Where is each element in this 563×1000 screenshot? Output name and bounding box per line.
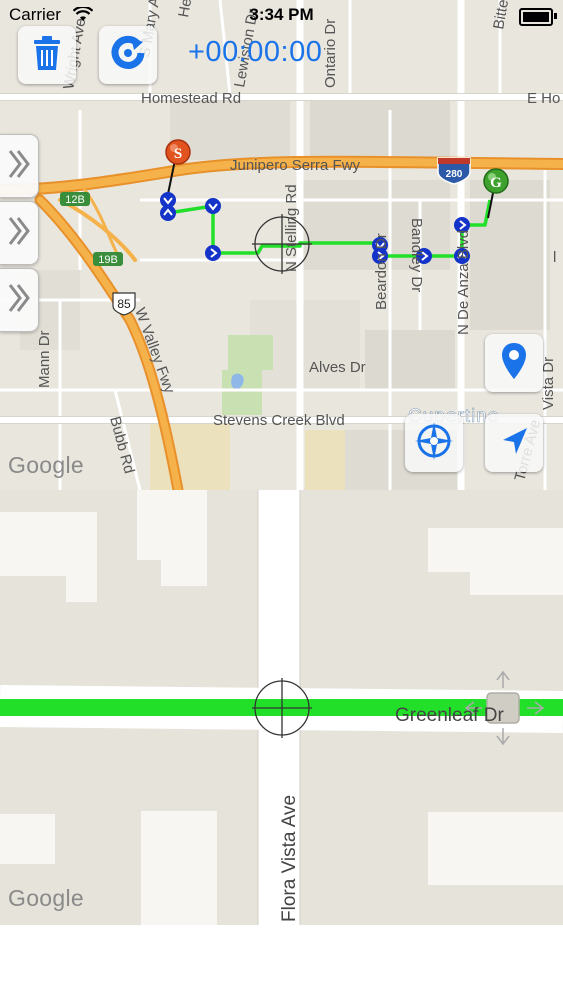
battery-nub (554, 13, 557, 19)
label-e-ho: E Ho (527, 90, 560, 107)
label-homestead: Homestead Rd (141, 90, 241, 107)
side-panel-tab-2[interactable] (0, 201, 39, 265)
start-marker[interactable]: S (165, 139, 191, 165)
label-cut: l (553, 249, 556, 266)
label-greenleaf: Greenleaf Dr (395, 705, 504, 726)
overview-map[interactable]: 280 85 12B 19B S G Homestead Rd E Ho Jun… (0, 0, 563, 490)
svg-text:85: 85 (117, 297, 131, 311)
goal-marker[interactable]: G (483, 168, 509, 194)
label-alves: Alves Dr (309, 359, 366, 376)
reset-button[interactable] (99, 26, 157, 84)
bottom-blank-area (0, 925, 563, 1000)
exit-12b-shield: 12B (60, 192, 90, 206)
label-flora: Flora Vista Ave (279, 795, 300, 922)
my-location-button[interactable] (485, 414, 543, 472)
google-attribution: Google (8, 452, 84, 478)
waypoint-marker (205, 198, 221, 214)
exit-19b-shield: 19B (93, 252, 123, 266)
side-panel-tab-1[interactable] (0, 134, 39, 198)
refresh-icon (109, 34, 147, 77)
double-chevron-right-icon (7, 214, 31, 253)
location-arrow-icon (497, 424, 531, 463)
double-chevron-right-icon (7, 147, 31, 186)
svg-text:280: 280 (446, 169, 463, 180)
label-bandley: Bandley Dr (408, 218, 425, 292)
label-beardon: Beardon Dr (373, 233, 390, 310)
clock: 3:34 PM (249, 5, 314, 24)
overview-map-canvas: 280 85 12B 19B S G Homestead Rd E Ho Jun… (0, 0, 563, 490)
status-bar: Carrier 3:34 PM (0, 0, 563, 32)
waypoint-marker (205, 245, 221, 261)
label-stevens: Stevens Creek Blvd (213, 412, 345, 429)
trash-icon (30, 34, 64, 77)
label-mann: Mann Dr (36, 330, 53, 388)
google-attribution: Google (8, 885, 84, 911)
drop-pin-button[interactable] (485, 334, 543, 392)
detail-map-canvas: Greenleaf Dr Flora Vista Ave (0, 490, 563, 925)
elapsed-timer: +00:00:00 (188, 36, 323, 68)
side-panel-tab-3[interactable] (0, 268, 39, 332)
svg-text:19B: 19B (98, 254, 118, 266)
svg-text:S: S (174, 146, 182, 162)
map-pin-icon (499, 341, 529, 386)
delete-button[interactable] (18, 26, 76, 84)
double-chevron-right-icon (7, 281, 31, 320)
detail-map[interactable]: Greenleaf Dr Flora Vista Ave Google (0, 490, 563, 925)
label-n-de-anza: N De Anza Blvd (455, 230, 472, 335)
compass-icon (413, 420, 455, 467)
waypoint-marker (160, 205, 176, 221)
svg-text:12B: 12B (65, 194, 85, 206)
label-n-stelling: N Stelling Rd (283, 184, 300, 272)
svg-text:G: G (490, 175, 502, 191)
battery-icon (519, 8, 553, 26)
compass-button[interactable] (405, 414, 463, 472)
label-junipero: Junipero Serra Fwy (230, 157, 361, 174)
